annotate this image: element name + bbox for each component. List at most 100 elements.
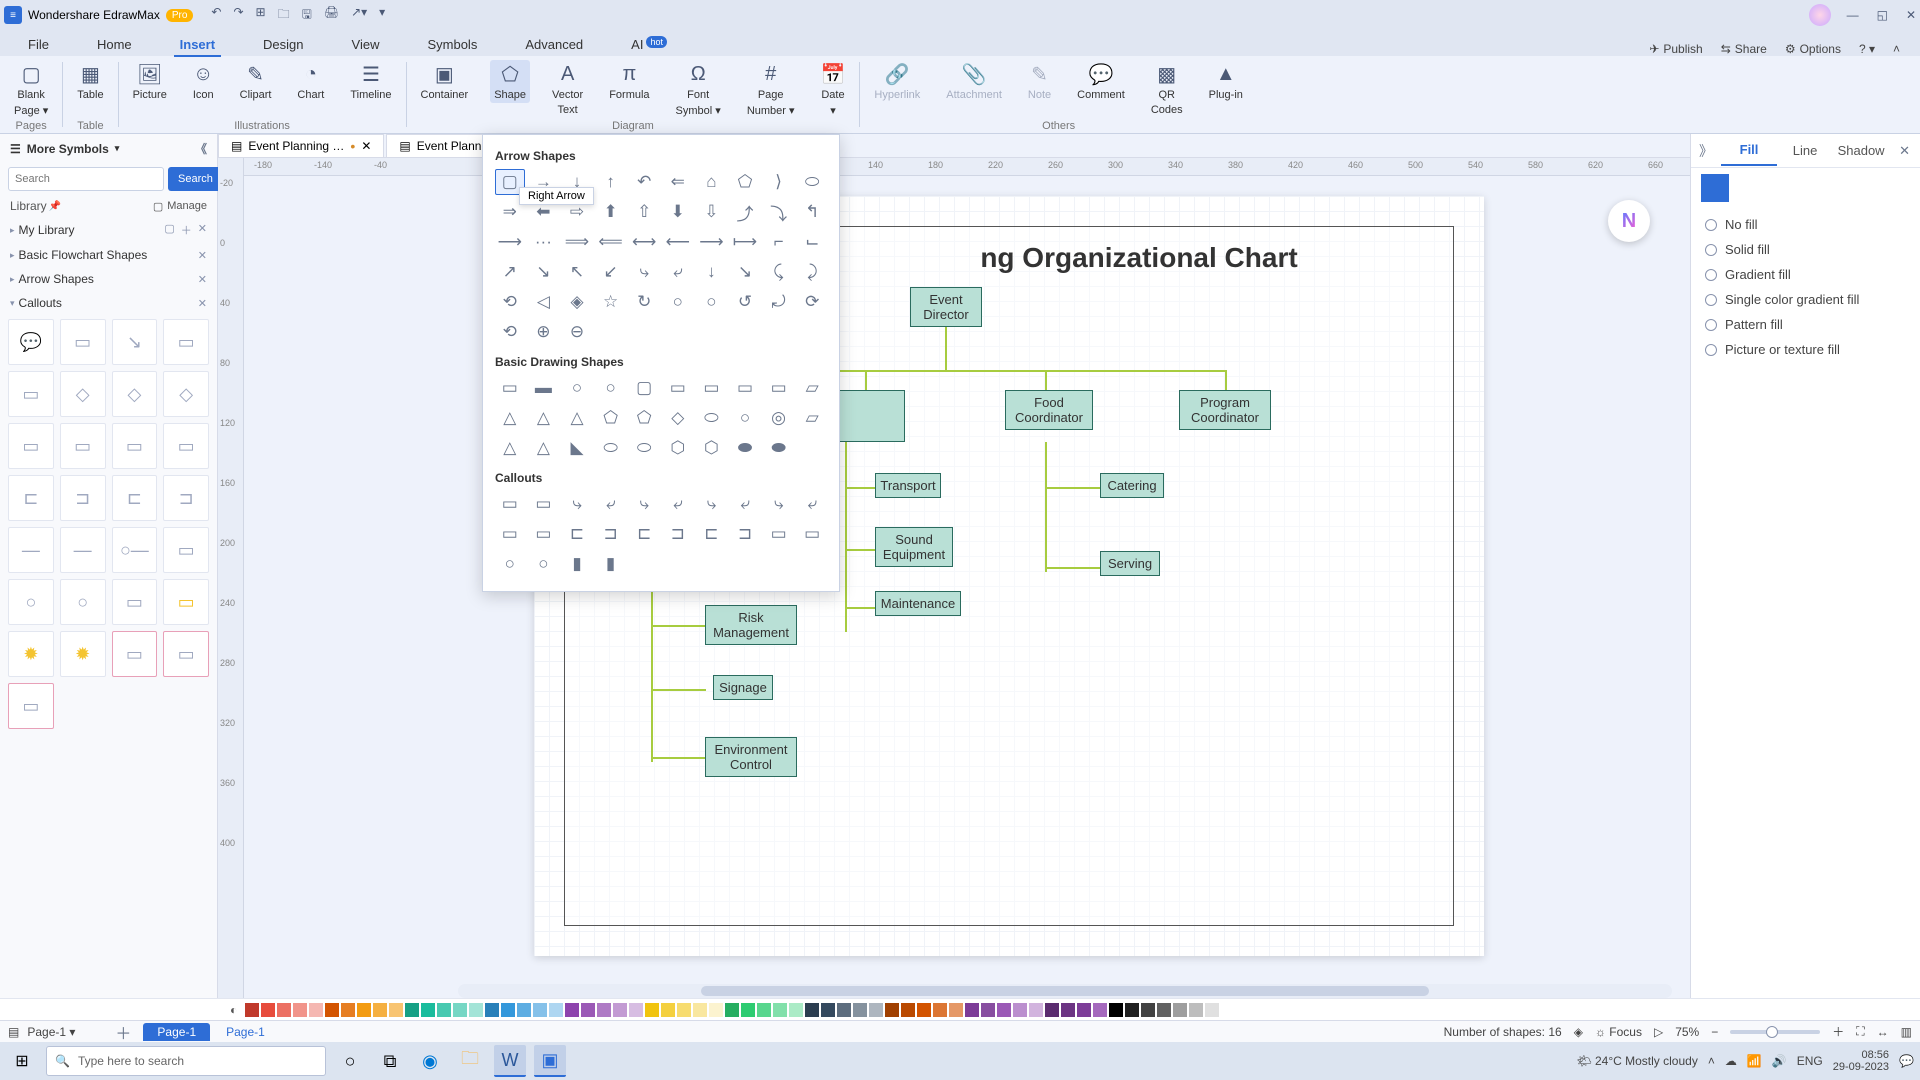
- shape-cell[interactable]: ⬆: [596, 199, 626, 225]
- export-button[interactable]: ↗▾: [351, 5, 367, 26]
- shape-cell[interactable]: ⤷: [764, 491, 794, 517]
- shape-cell[interactable]: ▱: [797, 375, 827, 401]
- color-swatch[interactable]: [1125, 1003, 1139, 1017]
- expand-panel-button[interactable]: 》: [1691, 141, 1721, 161]
- user-avatar[interactable]: [1809, 4, 1831, 26]
- callout-thumb[interactable]: ○—: [112, 527, 158, 573]
- shape-cell[interactable]: ▭: [697, 375, 727, 401]
- shape-cell[interactable]: ▭: [764, 521, 794, 547]
- outline-icon[interactable]: ▤: [8, 1025, 19, 1039]
- shape-cell[interactable]: ▭: [797, 521, 827, 547]
- callout-thumb[interactable]: ⊐: [60, 475, 106, 521]
- fill-option-pattern[interactable]: Pattern fill: [1705, 312, 1906, 337]
- date-button[interactable]: 📅Date▾: [817, 60, 850, 119]
- shape-cell[interactable]: ⇐: [663, 169, 693, 195]
- color-swatch[interactable]: [1045, 1003, 1059, 1017]
- color-swatch[interactable]: [789, 1003, 803, 1017]
- volume-icon[interactable]: 🔊: [1772, 1054, 1787, 1068]
- clock[interactable]: 08:5629-09-2023: [1833, 1049, 1889, 1073]
- shape-cell[interactable]: ⤶: [663, 491, 693, 517]
- theme-color-swatch[interactable]: [1701, 174, 1729, 202]
- shape-cell[interactable]: ⟶: [697, 229, 727, 255]
- shape-cell[interactable]: ⟶: [495, 229, 525, 255]
- shape-cell[interactable]: ▭: [663, 375, 693, 401]
- callout-thumb[interactable]: ⊏: [112, 475, 158, 521]
- clipart-button[interactable]: ✎Clipart: [236, 60, 276, 103]
- shape-cell[interactable]: ⟼: [730, 229, 760, 255]
- shape-cell[interactable]: ↻: [629, 289, 659, 315]
- shape-cell[interactable]: ⬠: [596, 405, 626, 431]
- tab-ai[interactable]: AIhot: [625, 33, 673, 56]
- color-swatch[interactable]: [421, 1003, 435, 1017]
- undo-button[interactable]: ↶: [211, 5, 221, 26]
- shape-cell[interactable]: ⤹: [764, 259, 794, 285]
- color-swatch[interactable]: [341, 1003, 355, 1017]
- color-swatch[interactable]: [741, 1003, 755, 1017]
- callout-thumb[interactable]: ▭: [8, 683, 54, 729]
- callout-thumb[interactable]: ▭: [60, 423, 106, 469]
- pin-icon[interactable]: 📌: [49, 201, 61, 212]
- color-swatch[interactable]: [533, 1003, 547, 1017]
- shape-cell[interactable]: ↓: [697, 259, 727, 285]
- shape-cell[interactable]: ⟷: [629, 229, 659, 255]
- color-swatch[interactable]: [565, 1003, 579, 1017]
- color-swatch[interactable]: [485, 1003, 499, 1017]
- color-swatch[interactable]: [1093, 1003, 1107, 1017]
- plus-lib-icon[interactable]: ＋: [181, 222, 192, 238]
- search-button[interactable]: Search: [168, 167, 223, 191]
- edge-icon[interactable]: ◉: [414, 1045, 446, 1077]
- picture-button[interactable]: 🖼Picture: [129, 60, 171, 103]
- color-swatch[interactable]: [997, 1003, 1011, 1017]
- color-swatch[interactable]: [661, 1003, 675, 1017]
- shadow-tab[interactable]: Shadow: [1833, 136, 1889, 165]
- callout-thumb[interactable]: ○: [60, 579, 106, 625]
- callout-thumb[interactable]: ◇: [60, 371, 106, 417]
- color-swatch[interactable]: [437, 1003, 451, 1017]
- callout-thumb[interactable]: —: [8, 527, 54, 573]
- shape-cell[interactable]: ⊖: [562, 319, 592, 345]
- color-swatch[interactable]: [325, 1003, 339, 1017]
- shape-cell[interactable]: ···: [529, 229, 559, 255]
- shape-cell[interactable]: ⤸: [797, 259, 827, 285]
- qr-codes-button[interactable]: ▩QRCodes: [1147, 60, 1187, 118]
- page-selector[interactable]: Page-1 ▾: [27, 1025, 75, 1039]
- shape-cell[interactable]: ↶: [629, 169, 659, 195]
- tab-insert[interactable]: Insert: [174, 33, 221, 56]
- color-swatch[interactable]: [677, 1003, 691, 1017]
- blank-page-button[interactable]: ▢BlankPage ▾: [10, 60, 52, 119]
- shape-cell[interactable]: ⊏: [629, 521, 659, 547]
- shape-cell[interactable]: ↘: [730, 259, 760, 285]
- doc-tab[interactable]: ▤ Event Planning … • ✕: [218, 134, 384, 157]
- color-swatch[interactable]: [373, 1003, 387, 1017]
- fill-tab[interactable]: Fill: [1721, 135, 1777, 166]
- search-input[interactable]: [8, 167, 164, 191]
- shape-cell[interactable]: ⤾: [764, 289, 794, 315]
- help-button[interactable]: ? ▾: [1859, 42, 1875, 56]
- eyedropper-icon[interactable]: ◐: [230, 1003, 237, 1017]
- color-swatch[interactable]: [901, 1003, 915, 1017]
- color-swatch[interactable]: [773, 1003, 787, 1017]
- play-button[interactable]: ▷: [1654, 1025, 1663, 1039]
- color-swatch[interactable]: [757, 1003, 771, 1017]
- shape-cell[interactable]: ⊕: [529, 319, 559, 345]
- node-program[interactable]: ProgramCoordinator: [1179, 390, 1271, 430]
- color-swatch[interactable]: [501, 1003, 515, 1017]
- table-button[interactable]: ▦Table: [73, 60, 107, 103]
- color-swatch[interactable]: [357, 1003, 371, 1017]
- tray-chevron-icon[interactable]: ˄: [1708, 1054, 1715, 1068]
- shape-cell[interactable]: ⤷: [562, 491, 592, 517]
- color-swatch[interactable]: [965, 1003, 979, 1017]
- shape-cell[interactable]: ⟹: [562, 229, 592, 255]
- color-swatch[interactable]: [245, 1003, 259, 1017]
- start-button[interactable]: ⊞: [6, 1045, 38, 1077]
- shape-cell[interactable]: ⤷: [629, 491, 659, 517]
- color-swatch[interactable]: [805, 1003, 819, 1017]
- color-swatch[interactable]: [597, 1003, 611, 1017]
- collapse-ribbon-button[interactable]: ˄: [1893, 42, 1900, 56]
- callout-thumb[interactable]: ▭: [163, 527, 209, 573]
- color-swatch[interactable]: [853, 1003, 867, 1017]
- shape-cell[interactable]: ⊐: [730, 521, 760, 547]
- color-swatch[interactable]: [517, 1003, 531, 1017]
- layers-icon[interactable]: ◈: [1574, 1025, 1583, 1039]
- fit-width-button[interactable]: ↔: [1877, 1025, 1889, 1039]
